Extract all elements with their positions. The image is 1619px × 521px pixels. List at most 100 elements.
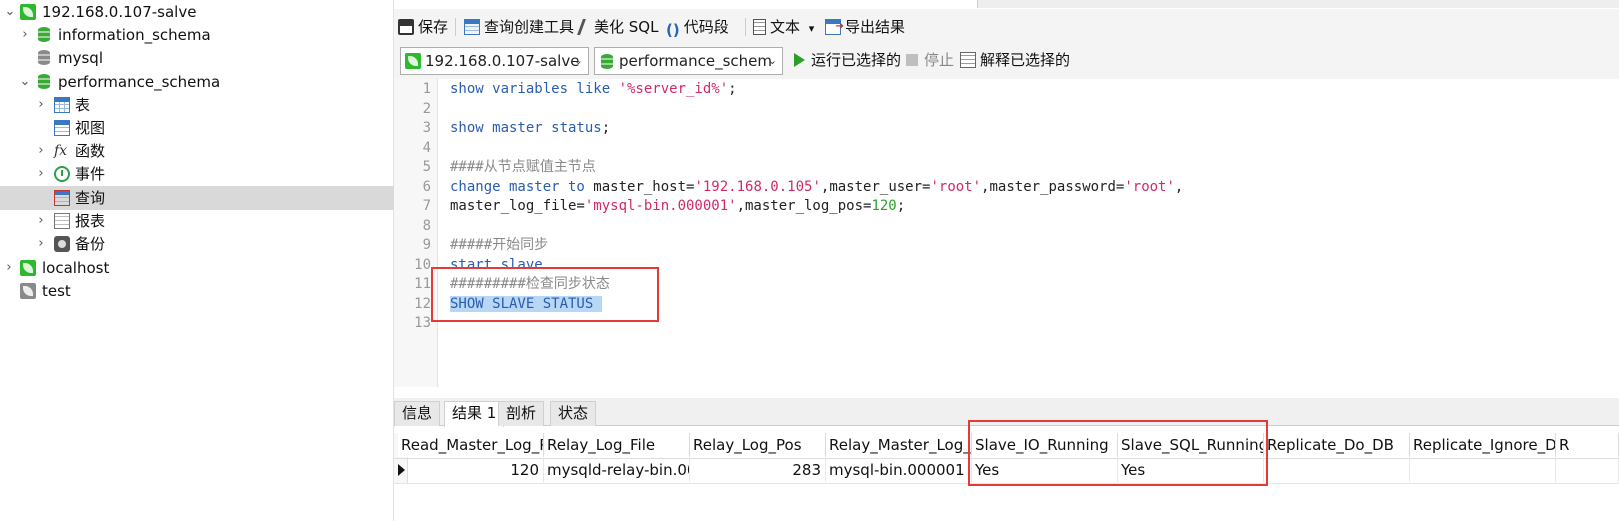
tree-item-label: 表 bbox=[75, 96, 91, 114]
table-cell[interactable] bbox=[1264, 459, 1410, 482]
tab-profile[interactable]: 剖析 bbox=[498, 401, 545, 426]
chevron-right-icon[interactable]: › bbox=[1, 258, 17, 278]
chevron-right-icon[interactable]: › bbox=[33, 234, 49, 254]
line-number: 4 bbox=[422, 139, 431, 156]
text-mode-button[interactable]: 文本 ▾ bbox=[753, 16, 814, 38]
tree-item-mysql[interactable]: mysql bbox=[0, 46, 394, 70]
save-icon bbox=[398, 19, 414, 35]
tree-item-connection-localhost[interactable]: › localhost bbox=[0, 256, 394, 280]
toolbar-divider bbox=[455, 18, 456, 36]
column-header[interactable]: Relay_Log_Pos bbox=[690, 433, 826, 457]
run-selected-button[interactable]: 运行已选择的 bbox=[794, 49, 901, 71]
chevron-right-icon[interactable]: › bbox=[33, 164, 49, 184]
tree-item-label: 报表 bbox=[75, 212, 106, 230]
column-header[interactable]: Replicate_Ignore_DE bbox=[1410, 433, 1556, 457]
database-icon bbox=[38, 50, 50, 65]
code-line: master_log_file='mysql-bin.000001',maste… bbox=[450, 197, 905, 217]
sql-plain: ,master_password= bbox=[981, 178, 1125, 195]
database-select[interactable]: performance_schem ⌄ bbox=[594, 47, 783, 75]
result-grid[interactable]: Read_Master_Log_P Relay_Log_File Relay_L… bbox=[394, 420, 1619, 521]
sql-punct: ; bbox=[601, 120, 611, 136]
sql-string: '192.168.0.105' bbox=[694, 178, 821, 195]
code-line: change master to master_host='192.168.0.… bbox=[450, 178, 1183, 198]
beautify-sql-button[interactable]: 美化 SQL bbox=[577, 16, 658, 38]
connection-select-value: 192.168.0.107-salve bbox=[425, 52, 580, 70]
line-number: 5 bbox=[422, 159, 431, 175]
save-label: 保存 bbox=[418, 18, 449, 36]
sql-keyword: show variables like bbox=[450, 81, 619, 97]
run-icon bbox=[794, 53, 805, 67]
query-builder-button[interactable]: 查询创建工具 bbox=[464, 16, 574, 38]
chevron-right-icon[interactable]: › bbox=[33, 95, 49, 115]
stop-icon bbox=[906, 54, 918, 66]
table-cell[interactable]: 120 bbox=[398, 459, 544, 482]
table-cell[interactable] bbox=[1410, 459, 1556, 482]
tree-item-label: 事件 bbox=[75, 165, 106, 183]
line-number: 8 bbox=[422, 217, 431, 234]
text-mode-label: 文本 bbox=[770, 18, 801, 36]
tree-item-reports[interactable]: › 报表 bbox=[0, 209, 394, 233]
code-snippet-button[interactable]: () 代码段 bbox=[666, 16, 729, 39]
export-icon bbox=[825, 16, 844, 38]
tree-item-information-schema[interactable]: › information_schema bbox=[0, 23, 394, 47]
tree-item-label: information_schema bbox=[58, 26, 211, 44]
tree-item-label: 192.168.0.107-salve bbox=[42, 3, 197, 21]
sql-string: '%server_id%' bbox=[618, 81, 729, 97]
tree-item-queries[interactable]: 查询 bbox=[0, 186, 394, 210]
query-icon bbox=[54, 190, 70, 206]
tree-item-tables[interactable]: › 表 bbox=[0, 93, 394, 117]
tree-item-events[interactable]: › 事件 bbox=[0, 162, 394, 186]
tree-item-connection-test[interactable]: test bbox=[0, 279, 394, 303]
server-connection-icon bbox=[405, 53, 421, 69]
database-icon bbox=[38, 74, 50, 89]
line-number: 1 bbox=[422, 81, 431, 97]
code-line: #####开始同步 bbox=[450, 236, 548, 256]
chevron-right-icon[interactable]: › bbox=[33, 211, 49, 231]
beautify-icon bbox=[577, 19, 593, 35]
chevron-down-icon[interactable]: ⌄ bbox=[2, 2, 18, 22]
tree-item-backups[interactable]: › 备份 bbox=[0, 232, 394, 256]
connection-select[interactable]: 192.168.0.107-salve ⌄ bbox=[400, 47, 589, 75]
column-header[interactable]: Relay_Master_Log_F bbox=[826, 433, 972, 457]
column-header[interactable]: R bbox=[1556, 433, 1619, 457]
tab-status[interactable]: 状态 bbox=[550, 401, 597, 426]
table-cell[interactable]: mysqld-relay-bin.000 bbox=[544, 459, 690, 482]
chevron-right-icon[interactable]: › bbox=[17, 25, 33, 45]
tree-item-performance-schema[interactable]: ⌄ performance_schema bbox=[0, 70, 394, 94]
column-header[interactable]: Read_Master_Log_P bbox=[398, 433, 544, 457]
column-header[interactable]: Relay_Log_File bbox=[544, 433, 690, 457]
tab-result-1[interactable]: 结果 1 bbox=[444, 401, 505, 427]
table-cell[interactable] bbox=[1556, 459, 1619, 482]
line-number: 7 bbox=[422, 198, 431, 214]
sql-editor[interactable]: 1 2 3 4 5 6 7 8 9 10 11 12 13 show varia… bbox=[394, 79, 1619, 387]
chevron-down-icon: ⌄ bbox=[767, 54, 777, 67]
chevron-down-icon: ⌄ bbox=[573, 54, 583, 67]
tree-item-label: 函数 bbox=[75, 142, 106, 160]
chevron-down-icon[interactable]: ▾ bbox=[809, 22, 815, 35]
sql-comment: ####从节点赋值主节点 bbox=[450, 159, 596, 175]
stop-button[interactable]: 停止 bbox=[906, 49, 954, 71]
line-number: 10 bbox=[414, 256, 431, 273]
tab-info[interactable]: 信息 bbox=[394, 401, 441, 426]
editor-tab[interactable] bbox=[394, 0, 978, 8]
explain-selected-label: 解释已选择的 bbox=[980, 51, 1071, 69]
export-results-button[interactable]: 导出结果 bbox=[825, 16, 905, 38]
column-header[interactable]: Replicate_Do_DB bbox=[1264, 433, 1410, 457]
connection-bar: 192.168.0.107-salve ⌄ performance_schem … bbox=[394, 43, 1619, 79]
text-icon bbox=[753, 19, 766, 35]
table-cell[interactable]: 283 bbox=[690, 459, 826, 482]
chevron-down-icon[interactable]: ⌄ bbox=[17, 72, 33, 92]
tree-item-views[interactable]: 视图 bbox=[0, 116, 394, 140]
database-icon bbox=[601, 54, 613, 69]
table-cell[interactable]: mysql-bin.000001 bbox=[826, 459, 972, 482]
sql-keyword: change master to bbox=[450, 178, 594, 195]
explain-selected-button[interactable]: 解释已选择的 bbox=[960, 49, 1070, 71]
save-button[interactable]: 保存 bbox=[398, 16, 448, 38]
query-toolbar: 保存 查询创建工具 美化 SQL ()代码段 文本 ▾ 导出结果 bbox=[394, 9, 1619, 43]
tree-item-connection-salve[interactable]: ⌄ 192.168.0.107-salve bbox=[0, 0, 394, 24]
object-tree: ⌄ 192.168.0.107-salve › information_sche… bbox=[0, 0, 394, 521]
tree-item-functions[interactable]: › fx 函数 bbox=[0, 139, 394, 163]
chevron-right-icon[interactable]: › bbox=[33, 141, 49, 161]
sql-punct: ; bbox=[728, 81, 737, 97]
sql-plain: master_host= bbox=[593, 178, 695, 195]
